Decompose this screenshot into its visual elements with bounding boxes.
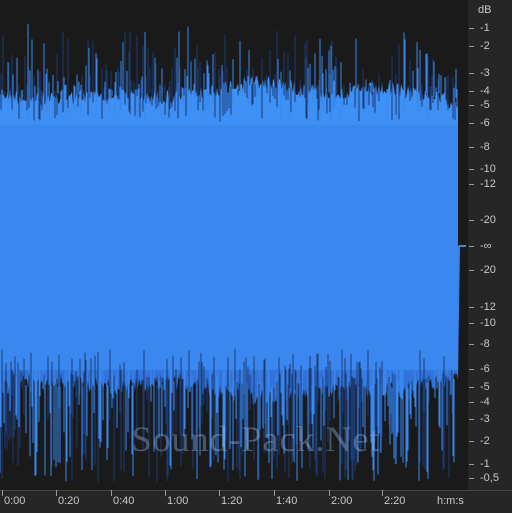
db-tick-mark <box>469 369 474 370</box>
time-tick-label: 1:20 <box>221 495 243 507</box>
db-tick-mark <box>469 246 474 247</box>
time-tick-label: 1:40 <box>276 495 298 507</box>
db-tick-label: -12 <box>480 178 496 190</box>
db-tick-mark <box>469 464 474 465</box>
time-tick-mark <box>111 490 112 496</box>
time-tick-mark <box>382 490 383 496</box>
db-tick-mark <box>469 478 474 479</box>
db-tick-mark <box>469 28 474 29</box>
db-tick-label: -20 <box>480 264 496 276</box>
db-tick-label: -3 <box>480 67 490 79</box>
db-unit-label: dB <box>478 4 492 16</box>
time-unit-label: h:m:s <box>437 495 464 507</box>
db-tick-label: -8 <box>480 338 490 350</box>
db-tick-mark <box>469 73 474 74</box>
time-tick-mark <box>165 490 166 496</box>
time-tick-label: 0:20 <box>58 495 80 507</box>
db-tick-mark <box>469 123 474 124</box>
time-tick-mark <box>2 490 3 496</box>
db-tick-mark <box>469 46 474 47</box>
time-tick-label: 1:00 <box>167 495 189 507</box>
waveform-body <box>0 75 460 405</box>
db-tick-mark <box>469 220 474 221</box>
db-tick-mark <box>469 169 474 170</box>
db-tick-label: -2 <box>480 40 490 52</box>
db-tick-label: -5 <box>480 381 490 393</box>
time-tick-mark <box>219 490 220 496</box>
db-tick-label: -4 <box>480 396 490 408</box>
db-tick-mark <box>469 323 474 324</box>
db-tick-label: -8 <box>480 141 490 153</box>
db-tick-mark <box>469 91 474 92</box>
db-tick-mark <box>469 105 474 106</box>
db-tick-label: -4 <box>480 85 490 97</box>
db-tick-mark <box>469 387 474 388</box>
db-tick-label: -∞ <box>480 240 492 252</box>
db-tick-label: -10 <box>480 163 496 175</box>
db-tick-label: -0,5 <box>480 472 499 484</box>
db-tick-mark <box>469 270 474 271</box>
time-tick-label: 2:20 <box>384 495 406 507</box>
db-tick-label: -20 <box>480 214 496 226</box>
db-tick-label: -1 <box>480 22 490 34</box>
time-tick-label: 0:00 <box>4 495 26 507</box>
db-tick-mark <box>469 344 474 345</box>
watermark-text: Sound-Pack.Net <box>131 419 381 459</box>
db-tick-mark <box>469 184 474 185</box>
db-tick-label: -12 <box>480 301 496 313</box>
waveform-core <box>0 125 458 370</box>
waveform-view[interactable]: dB -1 -2 -3 -4 -5 -6 -8 -10 -12 -20 -∞ -20 -12 -10 -8 -… <box>0 0 512 513</box>
time-tick-mark <box>56 490 57 496</box>
db-tick-label: -6 <box>480 117 490 129</box>
db-tick-mark <box>469 402 474 403</box>
db-tick-label: -10 <box>480 317 496 329</box>
db-tick-label: -6 <box>480 363 490 375</box>
db-tick-label: -5 <box>480 99 490 111</box>
time-tick-mark <box>329 490 330 496</box>
time-tick-label: 0:40 <box>113 495 135 507</box>
db-tick-mark <box>469 147 474 148</box>
time-tick-label: 2:00 <box>331 495 353 507</box>
db-tick-mark <box>469 307 474 308</box>
time-tick-mark <box>274 490 275 496</box>
